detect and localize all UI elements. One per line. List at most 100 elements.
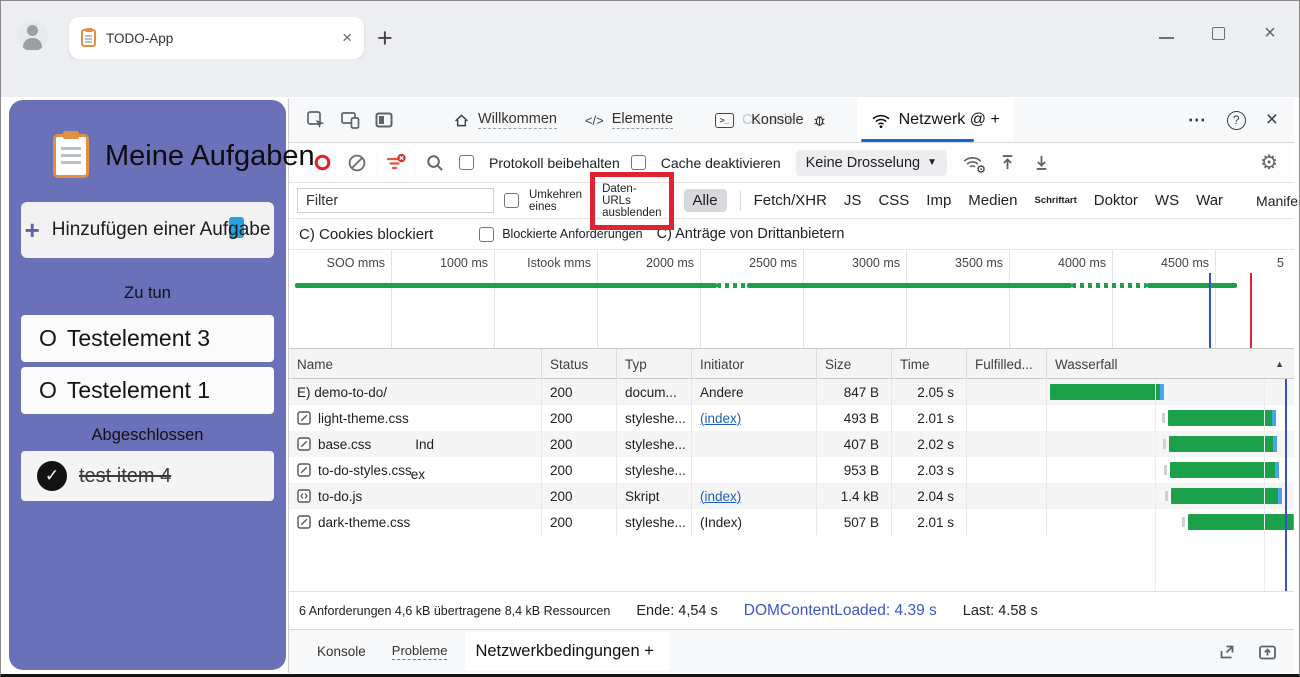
expand-drawer-icon[interactable]: [1257, 642, 1278, 662]
throttling-dropdown[interactable]: Keine Drosselung ▼: [796, 150, 947, 176]
tab-willkommen-label: Willkommen: [478, 111, 557, 129]
cell-waterfall[interactable]: [1047, 457, 1294, 483]
initiator-link[interactable]: (index): [700, 411, 741, 426]
search-icon[interactable]: [425, 153, 444, 172]
cell-name[interactable]: dark-theme.css: [289, 509, 542, 535]
table-row[interactable]: dark-theme.css200styleshe...(Index)507 B…: [289, 509, 1294, 535]
network-overview-timeline[interactable]: SOO mms1000 msIstook mms2000 ms2500 ms30…: [289, 250, 1294, 349]
waterfall-bar-tip: [1272, 410, 1276, 426]
todo-item[interactable]: O Testelement 1: [21, 367, 274, 414]
cell-waterfall[interactable]: [1047, 379, 1294, 405]
add-task-button[interactable]: + Hinzufügen einer Aufgabe: [21, 202, 274, 258]
new-tab-button[interactable]: +: [377, 23, 393, 54]
stylesheet-icon: [297, 411, 311, 425]
inspect-element-icon[interactable]: [299, 104, 333, 136]
help-icon[interactable]: ?: [1227, 111, 1246, 130]
column-header-status[interactable]: Status: [542, 349, 617, 379]
filter-pill-schriftart[interactable]: Schriftart: [1035, 195, 1077, 206]
tab-konsole[interactable]: >_ Console Konsole: [701, 98, 841, 142]
cell-time: 2.04 s: [892, 483, 967, 509]
cell-status: 200: [542, 457, 617, 483]
undock-icon[interactable]: [1217, 642, 1237, 662]
devtools-panel: Willkommen </> Elemente >_ Console Konso…: [288, 98, 1294, 673]
settings-gear-icon[interactable]: ⚙: [1260, 150, 1278, 175]
network-conditions-icon[interactable]: ⚙: [962, 154, 983, 172]
tab-close-icon[interactable]: ×: [342, 28, 352, 48]
cell-waterfall[interactable]: [1047, 483, 1294, 509]
cell-size: 407 B: [817, 431, 892, 457]
filter-pill-fetchxhr[interactable]: Fetch/XHR: [754, 192, 827, 209]
maximize-button[interactable]: [1203, 21, 1233, 45]
dock-side-icon[interactable]: [367, 104, 401, 136]
filter-pill-manifest[interactable]: Manifest: [1256, 193, 1300, 209]
device-emulation-icon[interactable]: [333, 104, 367, 136]
column-header-fulfilled[interactable]: Fulfilled...: [967, 349, 1047, 379]
filter-pill-medien[interactable]: Medien: [968, 192, 1017, 209]
cell-waterfall[interactable]: [1047, 431, 1294, 457]
more-tabs-icon[interactable]: ⋯: [1188, 110, 1207, 131]
clear-icon[interactable]: [347, 153, 367, 173]
profile-avatar[interactable]: [17, 20, 48, 51]
cell-waterfall[interactable]: [1047, 509, 1294, 535]
drawer-tab-probleme[interactable]: Probleme: [392, 643, 448, 660]
table-row[interactable]: to-do.js200Skript(index)1.4 kB2.04 s: [289, 483, 1294, 509]
minimize-button[interactable]: [1151, 21, 1181, 45]
disable-cache-checkbox[interactable]: [631, 155, 646, 170]
third-party-requests-label[interactable]: C) Anträge von Drittanbietern: [657, 226, 845, 242]
waterfall-gridline: [1264, 379, 1265, 591]
devtools-close-icon[interactable]: ×: [1266, 108, 1278, 132]
done-item[interactable]: ✓ test item 4: [21, 451, 274, 501]
invert-filter-checkbox[interactable]: [504, 193, 519, 208]
cell-size: 847 B: [817, 379, 892, 405]
cell-name[interactable]: base.cssInd: [289, 431, 542, 457]
filter-icon[interactable]: [382, 149, 410, 177]
todo-radio-icon[interactable]: O: [39, 377, 57, 404]
column-header-wasserfall[interactable]: Wasserfall▲: [1047, 349, 1294, 379]
cell-waterfall[interactable]: [1047, 405, 1294, 431]
tab-elemente[interactable]: </> Elemente: [571, 98, 687, 142]
column-header-name[interactable]: Name: [289, 349, 542, 379]
column-header-time[interactable]: Time: [892, 349, 967, 379]
drawer-tab-konsole[interactable]: Konsole: [317, 644, 366, 659]
name-overlay-text: Ind: [415, 437, 434, 452]
cell-size: 1.4 kB: [817, 483, 892, 509]
table-row[interactable]: E) demo-to-do/200docum...Andere847 B2.05…: [289, 379, 1294, 405]
table-row[interactable]: to-do-styles.cssex200styleshe...953 B2.0…: [289, 457, 1294, 483]
filter-pill-css[interactable]: CSS: [878, 192, 909, 209]
export-har-icon[interactable]: [1032, 153, 1051, 172]
column-header-typ[interactable]: Typ: [617, 349, 692, 379]
table-row[interactable]: base.cssInd200styleshe...407 B2.02 s: [289, 431, 1294, 457]
cell-name[interactable]: E) demo-to-do/: [289, 379, 542, 405]
preserve-log-checkbox[interactable]: [459, 155, 474, 170]
filter-pill-ws[interactable]: WS: [1155, 192, 1179, 209]
column-header-initiator[interactable]: Initiator: [692, 349, 817, 379]
drawer-tab-netzwerkbedingungen[interactable]: Netzwerkbedingungen +: [465, 632, 669, 671]
record-icon[interactable]: [313, 153, 332, 172]
filter-pill-doktor[interactable]: Doktor: [1094, 192, 1138, 209]
initiator-link[interactable]: (index): [700, 489, 741, 504]
todo-item[interactable]: O Testelement 3: [21, 315, 274, 362]
blocked-requests-checkbox[interactable]: [479, 227, 494, 242]
browser-tab-todo-app[interactable]: TODO-App ×: [69, 17, 364, 59]
sort-ascending-icon[interactable]: ▲: [1275, 359, 1284, 369]
column-header-size[interactable]: Size: [817, 349, 892, 379]
todo-radio-icon[interactable]: O: [39, 325, 57, 352]
window-close-button[interactable]: ×: [1255, 21, 1285, 45]
table-row[interactable]: light-theme.css200styleshe...(index)493 …: [289, 405, 1294, 431]
overview-bar-segment: [295, 283, 717, 288]
filter-pill-alle[interactable]: Alle: [684, 189, 727, 212]
import-har-icon[interactable]: [998, 153, 1017, 172]
cell-name[interactable]: to-do.js: [289, 483, 542, 509]
tab-willkommen[interactable]: Willkommen: [439, 98, 571, 142]
filter-pill-js[interactable]: JS: [844, 192, 862, 209]
blocked-cookies-label[interactable]: C) Cookies blockiert: [299, 226, 433, 243]
filter-pill-imp[interactable]: Imp: [926, 192, 951, 209]
checked-circle-icon[interactable]: ✓: [37, 461, 67, 491]
cell-name[interactable]: light-theme.css: [289, 405, 542, 431]
filter-input[interactable]: [297, 188, 494, 213]
cell-fulfilled: [967, 509, 1047, 535]
tab-netzwerk[interactable]: Netzwerk @ +: [857, 98, 1014, 142]
cell-name[interactable]: to-do-styles.cssex: [289, 457, 542, 483]
filter-pill-war[interactable]: War: [1196, 192, 1223, 209]
hide-data-urls-highlight[interactable]: Daten-URLs ausblenden: [590, 172, 673, 230]
